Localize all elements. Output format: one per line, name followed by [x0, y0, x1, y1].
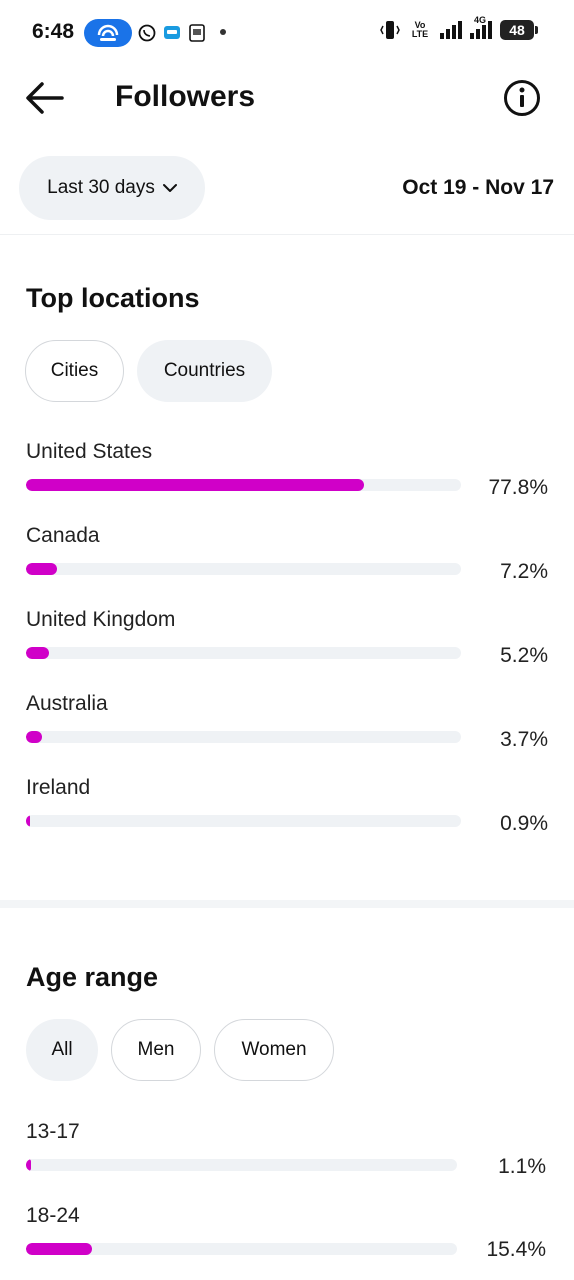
date-range-text: Oct 19 - Nov 17: [402, 176, 554, 199]
age-bar-track: [26, 1243, 457, 1255]
hotspot-icon: [84, 19, 132, 47]
arrow-left-icon: [26, 82, 64, 114]
location-bar-track: [26, 731, 461, 743]
date-range-dropdown[interactable]: Last 30 days: [19, 156, 205, 220]
header: Followers: [0, 66, 574, 130]
age-label: 13-17: [26, 1120, 80, 1143]
tab-cities[interactable]: Cities: [25, 340, 124, 402]
app-notification-icon: [164, 26, 180, 39]
age-bar-fill: [26, 1159, 31, 1171]
divider: [0, 234, 574, 235]
battery-icon: 48: [500, 20, 538, 40]
signal-4g-icon: 4G: [470, 15, 492, 39]
location-bar-fill: [26, 479, 365, 491]
volte-label: Vo LTE: [411, 20, 429, 39]
network-type-label: 4G: [474, 15, 487, 25]
age-bar-track: [26, 1159, 457, 1171]
location-label: Canada: [26, 524, 100, 547]
age-bar-fill: [26, 1243, 93, 1255]
vibrate-icon: [380, 21, 400, 39]
whatsapp-icon: [138, 24, 156, 42]
more-notifications-dot: [220, 29, 226, 35]
location-percent: 5.2%: [500, 644, 548, 667]
chevron-down-icon: [162, 184, 177, 192]
age-range-title: Age range: [26, 962, 159, 992]
tab-all[interactable]: All: [26, 1019, 98, 1081]
date-range-selected: Last 30 days: [47, 177, 155, 198]
tab-men[interactable]: Men: [111, 1019, 201, 1081]
tab-women[interactable]: Women: [214, 1019, 334, 1081]
location-percent: 77.8%: [488, 476, 548, 499]
age-label: 18-24: [26, 1204, 80, 1227]
location-label: United States: [26, 440, 153, 463]
status-time: 6:48: [32, 20, 75, 43]
info-button[interactable]: [503, 79, 541, 117]
location-bar-fill: [26, 731, 43, 743]
signal-icon: [440, 21, 462, 39]
location-percent: 3.7%: [500, 728, 548, 751]
back-button[interactable]: [24, 80, 66, 116]
gallery-notification-icon: [189, 24, 205, 42]
location-label: United Kingdom: [26, 608, 176, 631]
location-label: Australia: [26, 692, 108, 715]
info-icon: [504, 80, 540, 116]
status-bar: 6:48 Vo LTE 4G 48: [0, 0, 574, 64]
location-label: Ireland: [26, 776, 91, 799]
top-locations-title: Top locations: [26, 283, 200, 313]
location-bar-fill: [26, 647, 49, 659]
location-bar-track: [26, 647, 461, 659]
date-range-row: Last 30 days Oct 19 - Nov 17: [0, 156, 574, 220]
location-percent: 0.9%: [500, 812, 548, 835]
age-percent: 1.1%: [498, 1155, 546, 1178]
age-percent: 15.4%: [486, 1238, 546, 1261]
location-bar-track: [26, 479, 461, 491]
tab-countries[interactable]: Countries: [137, 340, 272, 402]
location-bar-fill: [26, 563, 58, 575]
location-bar-fill: [26, 815, 30, 827]
page-title: Followers: [115, 80, 256, 113]
location-bar-track: [26, 563, 461, 575]
system-icons: Vo LTE 4G 48: [380, 15, 538, 41]
location-bar-track: [26, 815, 461, 827]
location-percent: 7.2%: [500, 560, 548, 583]
section-divider: [0, 900, 574, 908]
